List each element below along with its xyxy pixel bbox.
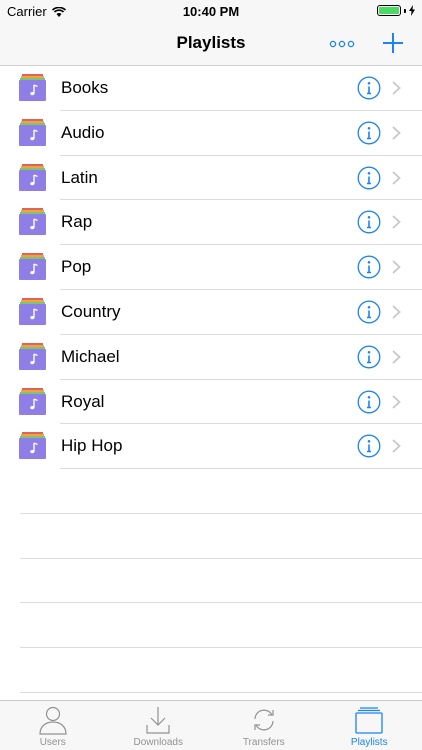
chevron-right-icon — [392, 394, 401, 409]
playlist-row[interactable]: Royal — [0, 380, 422, 425]
playlist-name: Royal — [61, 391, 105, 411]
info-icon[interactable] — [357, 255, 381, 279]
playlist-row[interactable]: Rap — [0, 200, 422, 246]
tab-label: Downloads — [133, 737, 183, 748]
tab-downloads[interactable]: Downloads — [106, 701, 212, 750]
playlist-list: Books Audio Latin Rap Pop Country Michael Royal… — [0, 66, 422, 470]
battery-indicator — [377, 5, 415, 16]
info-icon[interactable] — [357, 210, 381, 234]
info-icon[interactable] — [357, 300, 381, 324]
playlist-icon — [19, 208, 46, 236]
playlist-name: Hip Hop — [61, 436, 123, 456]
chevron-right-icon — [392, 350, 401, 364]
status-time: 10:40 PM — [182, 4, 240, 19]
tab-label: Transfers — [242, 737, 285, 748]
battery-icon — [377, 5, 401, 16]
tab-users[interactable]: Users — [0, 701, 106, 750]
info-icon[interactable] — [357, 434, 381, 458]
tab-label: Users — [39, 737, 66, 748]
playlist-name: Audio — [61, 122, 105, 142]
chevron-right-icon — [392, 126, 401, 140]
chevron-right-icon — [392, 215, 401, 230]
user-icon — [39, 706, 67, 735]
playlist-icon — [19, 118, 46, 146]
playlist-row[interactable]: Hip Hop — [0, 424, 422, 470]
playlist-name: Country — [61, 301, 121, 321]
navigation-bar: Playlists — [0, 22, 422, 66]
playlist-icon — [19, 163, 46, 191]
playlist-row[interactable]: Michael — [0, 335, 422, 380]
empty-row — [20, 648, 422, 693]
sync-icon — [254, 709, 274, 731]
chevron-right-icon — [392, 260, 401, 274]
info-icon[interactable] — [357, 390, 381, 414]
download-icon — [146, 707, 170, 734]
tab-transfers[interactable]: Transfers — [211, 701, 317, 750]
playlist-row[interactable]: Country — [0, 290, 422, 335]
info-icon[interactable] — [357, 166, 381, 190]
plus-icon[interactable] — [380, 30, 406, 56]
playlist-name: Rap — [61, 212, 93, 232]
more-icon[interactable] — [328, 32, 356, 56]
empty-rows — [0, 469, 422, 693]
playlist-icon — [19, 253, 46, 281]
info-icon[interactable] — [357, 121, 381, 145]
playlist-row[interactable]: Pop — [0, 245, 422, 290]
info-icon[interactable] — [357, 345, 381, 369]
playlist-icon — [19, 297, 46, 325]
playlist-row[interactable]: Books — [0, 66, 422, 111]
page-title: Playlists — [176, 33, 246, 52]
playlist-row[interactable]: Audio — [0, 111, 422, 156]
chevron-right-icon — [392, 439, 401, 454]
status-bar: Carrier 10:40 PM — [0, 0, 422, 22]
battery-fill — [379, 7, 399, 14]
empty-row — [20, 559, 422, 604]
playlist-name: Books — [61, 78, 109, 97]
chevron-right-icon — [392, 170, 401, 185]
empty-row — [20, 603, 422, 649]
tab-label: Playlists — [350, 737, 388, 748]
tab-playlists[interactable]: Playlists — [317, 701, 422, 750]
playlist-row[interactable]: Latin — [0, 156, 422, 201]
charging-bolt-icon — [409, 5, 415, 16]
empty-row — [20, 469, 422, 514]
playlist-icon — [19, 432, 46, 460]
playlist-icon — [19, 342, 46, 370]
chevron-right-icon — [392, 305, 401, 319]
info-icon[interactable] — [357, 76, 381, 100]
tab-bar: Users Downloads Transfers Playlists — [0, 700, 422, 750]
playlist-name: Michael — [61, 346, 120, 366]
playlists-icon — [355, 707, 383, 734]
playlist-icon — [19, 74, 46, 101]
playlist-icon — [19, 387, 46, 415]
empty-row — [20, 514, 422, 559]
playlist-name: Pop — [61, 257, 92, 277]
battery-cap — [404, 8, 406, 13]
playlist-name: Latin — [61, 167, 98, 187]
chevron-right-icon — [392, 81, 401, 95]
